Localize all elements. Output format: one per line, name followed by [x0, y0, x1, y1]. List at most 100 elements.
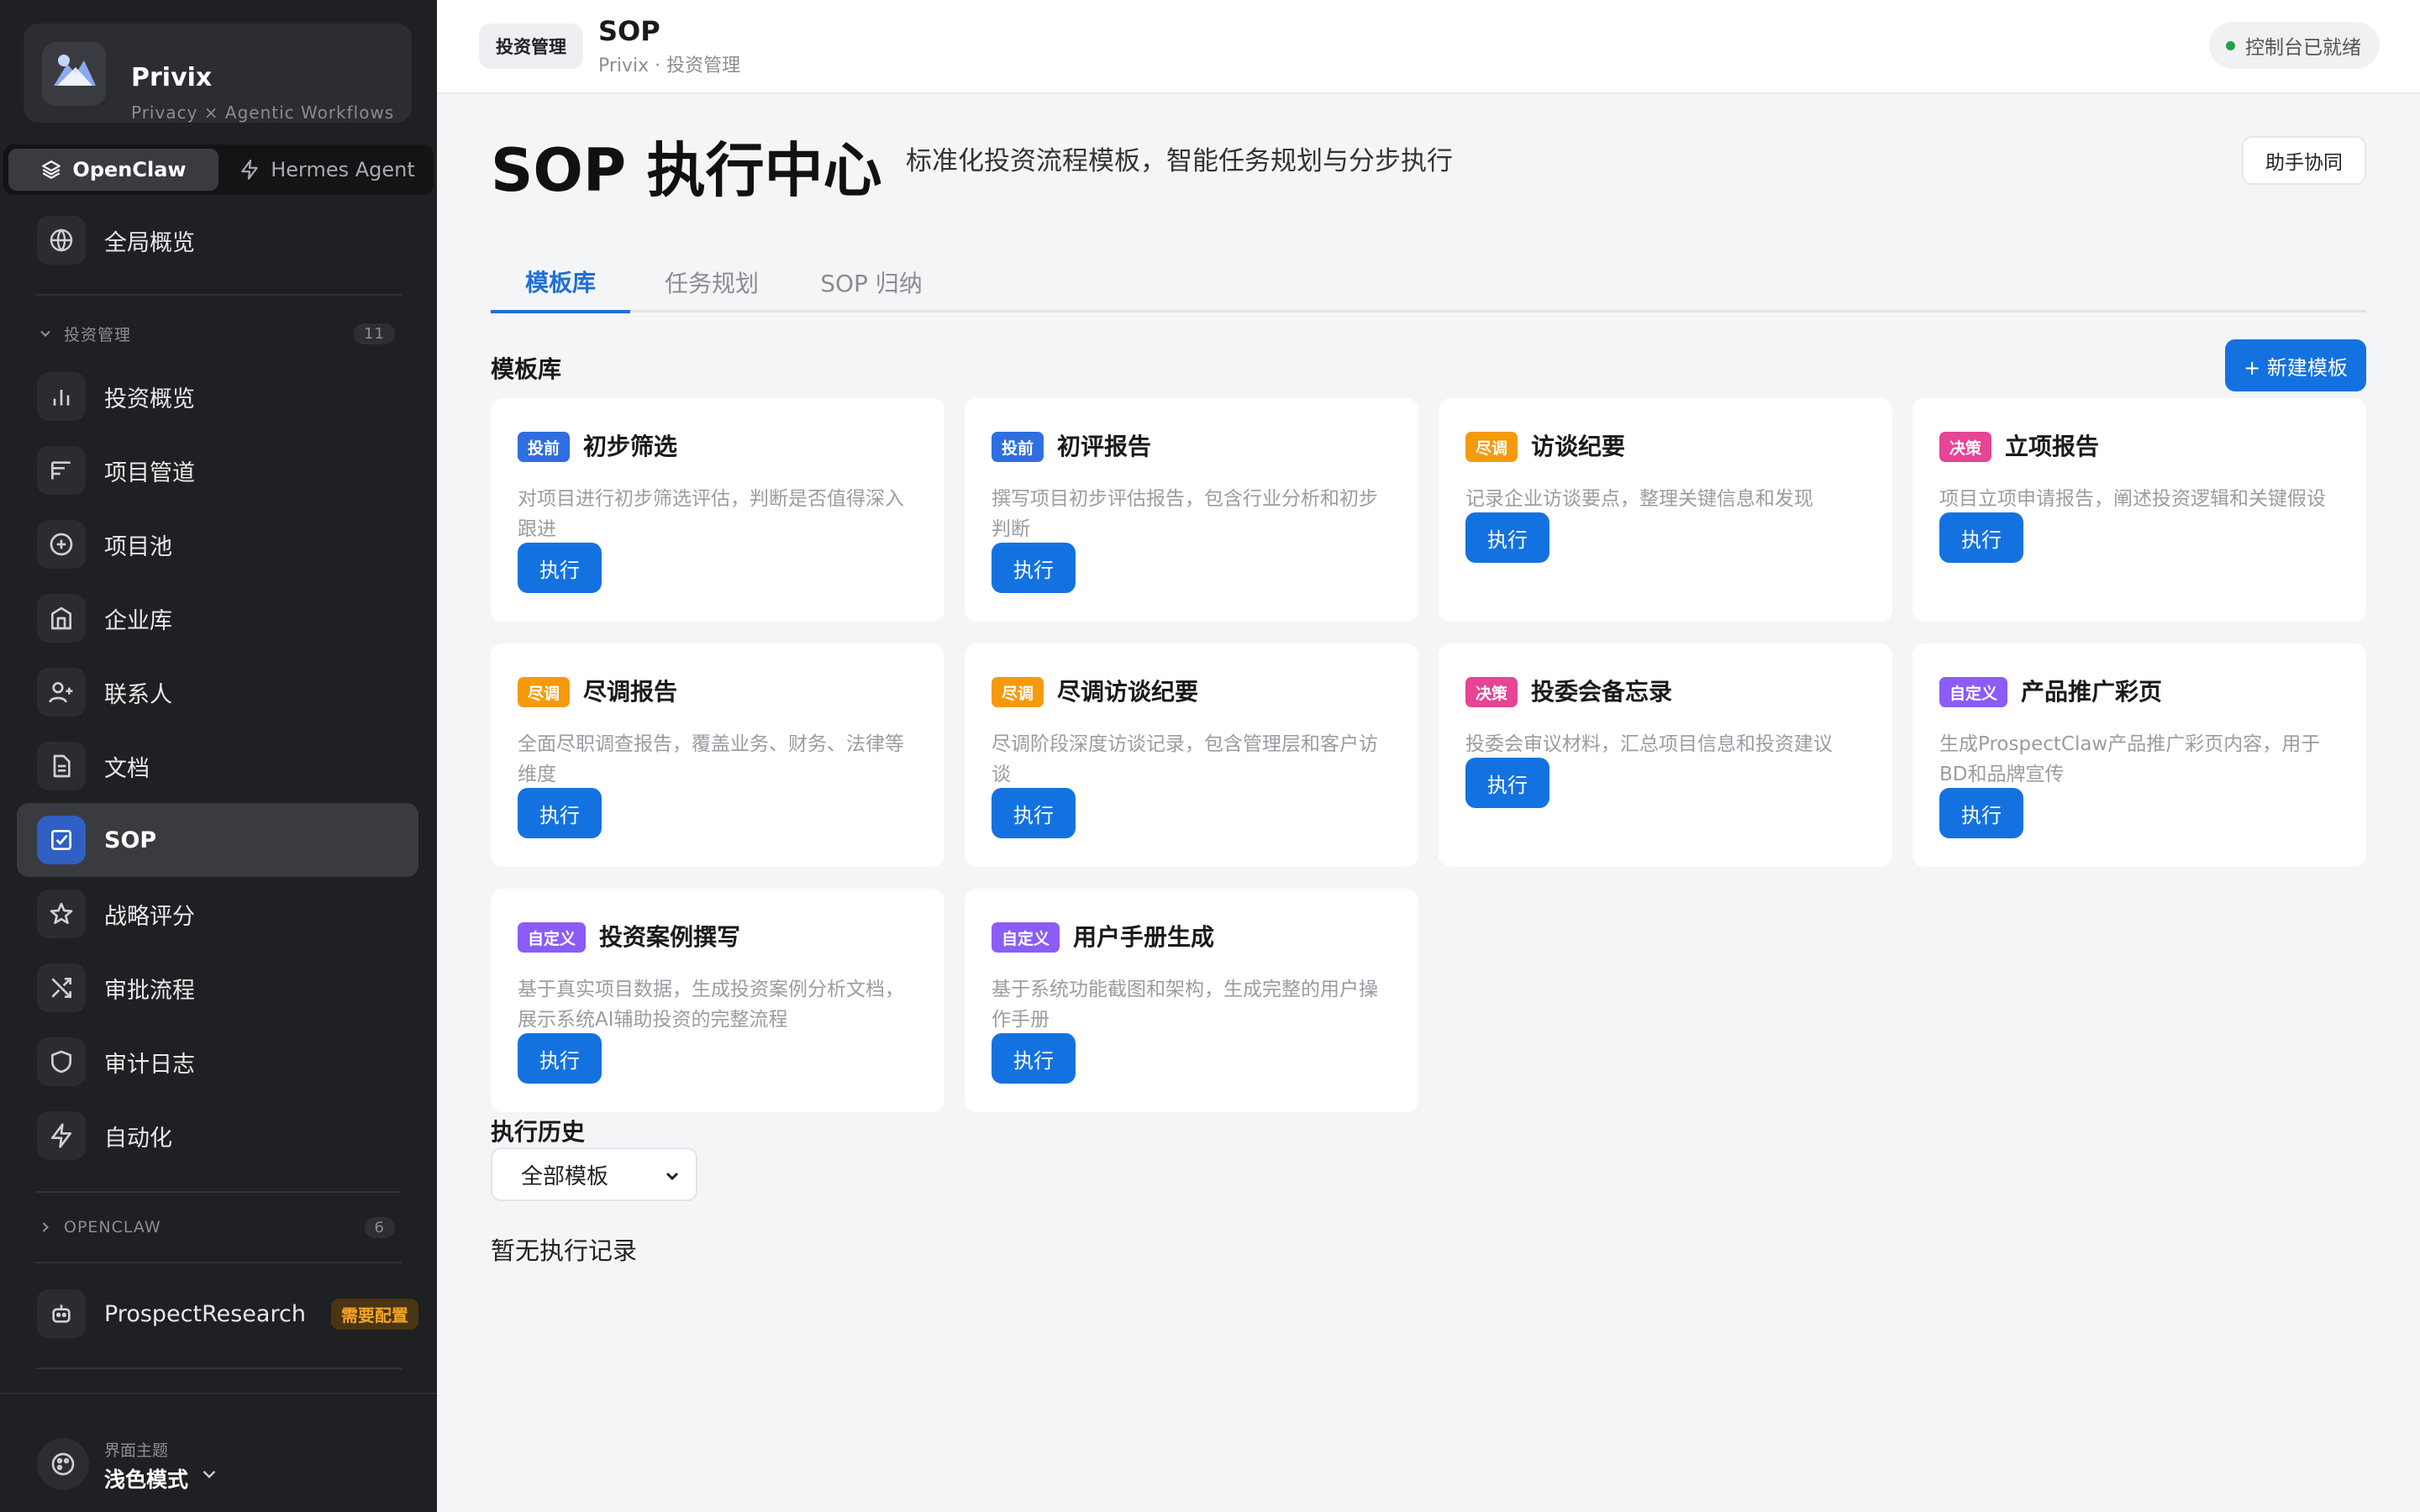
run-button[interactable]: 执行: [992, 788, 1076, 838]
bolt-icon: [241, 160, 258, 180]
sidebar-divider: [35, 1368, 402, 1369]
sidebar-item-label: 项目池: [104, 533, 172, 560]
sidebar-item-pipeline[interactable]: 项目管道: [17, 433, 418, 507]
template-desc: 尽调阶段深度访谈记录，包含管理层和客户访谈: [992, 733, 1378, 785]
run-button[interactable]: 执行: [518, 543, 602, 593]
pipeline-icon: [37, 446, 86, 495]
filter-selected-value: 全部模板: [521, 1163, 609, 1189]
template-title: 投资案例撰写: [599, 923, 741, 951]
template-desc: 投委会审议材料，汇总项目信息和投资建议: [1465, 733, 1833, 755]
template-title: 初步筛选: [583, 433, 678, 460]
checkbox-icon: [37, 816, 86, 864]
module-chip[interactable]: 投资管理: [479, 24, 583, 69]
sidebar-item-label: 全局概览: [104, 229, 195, 256]
chevron-down-icon: [40, 330, 50, 337]
template-card: 尽调 访谈纪要 记录企业访谈要点，整理关键信息和发现 执行: [1439, 398, 1892, 622]
template-title: 用户手册生成: [1073, 923, 1215, 951]
user-plus-icon: [37, 668, 86, 717]
sidebar-divider: [35, 1191, 402, 1193]
tab-template-library[interactable]: 模板库: [491, 252, 630, 313]
agent-tab-openclaw[interactable]: OpenClaw: [8, 149, 218, 191]
template-card: 决策 立项报告 项目立项申请报告，阐述投资逻辑和关键假设 执行: [1912, 398, 2366, 622]
template-filter-select[interactable]: 全部模板: [491, 1147, 697, 1201]
layers-icon: [42, 160, 61, 179]
sidebar-item-audit-log[interactable]: 审计日志: [17, 1025, 418, 1099]
sidebar-item-sop[interactable]: SOP: [17, 803, 418, 877]
tab-sop-summary[interactable]: SOP 归纳: [792, 252, 951, 312]
template-desc: 项目立项申请报告，阐述投资逻辑和关键假设: [1939, 488, 2326, 510]
sidebar-item-label: 投资概览: [104, 386, 195, 412]
shield-icon: [37, 1037, 86, 1086]
run-button[interactable]: 执行: [992, 543, 1076, 593]
sidebar-item-contacts[interactable]: 联系人: [17, 655, 418, 729]
template-card: 投前 初评报告 撰写项目初步评估报告，包含行业分析和初步判断 执行: [965, 398, 1418, 622]
console-status-badge: 控制台已就绪: [2209, 22, 2380, 69]
template-card: 自定义 投资案例撰写 基于真实项目数据，生成投资案例分析文档，展示系统AI辅助投…: [491, 889, 944, 1112]
template-card: 尽调 尽调报告 全面尽职调查报告，覆盖业务、财务、法律等维度 执行: [491, 643, 944, 867]
template-card: 尽调 尽调访谈纪要 尽调阶段深度访谈记录，包含管理层和客户访谈 执行: [965, 643, 1418, 867]
new-template-button[interactable]: + 新建模板: [2225, 339, 2366, 391]
run-button[interactable]: 执行: [1939, 788, 2023, 838]
sidebar-item-label: 审计日志: [104, 1051, 195, 1078]
status-dot-icon: [2226, 40, 2235, 50]
top-bar: 投资管理 SOP Privix · 投资管理 控制台已就绪: [437, 0, 2420, 94]
chevron-down-icon: [203, 1470, 216, 1478]
sidebar-item-project-pool[interactable]: 项目池: [17, 507, 418, 581]
page-description: 标准化投资流程模板，智能任务规划与分步执行: [906, 146, 1453, 176]
agent-tab-label: Hermes Agent: [271, 158, 415, 181]
sidebar-group-openclaw[interactable]: OPENCLAW 6: [37, 1215, 395, 1240]
sidebar: Privix Privacy × Agentic Workflows OpenC…: [0, 0, 437, 1512]
sidebar-item-overview[interactable]: 全局概览: [17, 203, 418, 277]
template-title: 初评报告: [1057, 433, 1152, 460]
chevron-down-icon: [666, 1172, 679, 1181]
sidebar-item-label: 企业库: [104, 607, 172, 634]
run-button[interactable]: 执行: [1939, 512, 2023, 563]
agent-tab-hermes[interactable]: Hermes Agent: [224, 149, 430, 191]
stage-tag: 自定义: [992, 922, 1060, 953]
template-title: 访谈纪要: [1531, 433, 1626, 460]
sidebar-item-strategy-score[interactable]: 战略评分: [17, 877, 418, 951]
globe-icon: [37, 216, 86, 265]
sidebar-item-label: 自动化: [104, 1125, 172, 1152]
sidebar-item-label: 项目管道: [104, 459, 195, 486]
sidebar-divider: [35, 294, 402, 296]
template-title: 尽调报告: [583, 678, 678, 706]
history-title: 执行历史: [491, 1118, 586, 1146]
run-button[interactable]: 执行: [1465, 758, 1549, 808]
run-button[interactable]: 执行: [518, 788, 602, 838]
sidebar-item-approval[interactable]: 审批流程: [17, 951, 418, 1025]
sidebar-group-count: 6: [364, 1216, 395, 1238]
sidebar-item-prospect-research[interactable]: ProspectResearch 需要配置: [17, 1277, 418, 1351]
run-button[interactable]: 执行: [518, 1033, 602, 1084]
template-card: 决策 投委会备忘录 投委会审议材料，汇总项目信息和投资建议 执行: [1439, 643, 1892, 867]
run-button[interactable]: 执行: [992, 1033, 1076, 1084]
stage-tag: 自定义: [518, 922, 587, 953]
template-desc: 基于系统功能截图和架构，生成完整的用户操作手册: [992, 979, 1378, 1031]
bar-chart-icon: [37, 372, 86, 421]
document-icon: [37, 742, 86, 790]
tab-task-planning[interactable]: 任务规划: [640, 252, 783, 312]
sidebar-item-label: 审批流程: [104, 977, 195, 1004]
theme-switcher[interactable]: 界面主题 浅色模式: [0, 1393, 437, 1512]
sidebar-item-automation[interactable]: 自动化: [17, 1099, 418, 1173]
brand-tagline: Privacy × Agentic Workflows: [131, 102, 395, 123]
sidebar-item-investment-overview[interactable]: 投资概览: [17, 360, 418, 433]
shuffle-icon: [37, 963, 86, 1012]
star-icon: [37, 890, 86, 938]
brand-card[interactable]: Privix Privacy × Agentic Workflows: [24, 24, 412, 123]
sidebar-item-documents[interactable]: 文档: [17, 729, 418, 803]
template-card: 自定义 用户手册生成 基于系统功能截图和架构，生成完整的用户操作手册 执行: [965, 889, 1418, 1112]
sidebar-group-count: 11: [354, 323, 395, 344]
bolt-icon: [37, 1111, 86, 1160]
theme-label: 界面主题: [104, 1441, 169, 1460]
page-title: SOP 执行中心: [491, 136, 882, 205]
sidebar-item-companies[interactable]: 企业库: [17, 581, 418, 655]
sidebar-group-investment[interactable]: 投资管理 11: [37, 321, 395, 346]
stage-tag: 投前: [992, 432, 1044, 462]
needs-config-badge: 需要配置: [330, 1298, 418, 1330]
sidebar-group-label: OPENCLAW: [64, 1218, 161, 1236]
assistant-collab-button[interactable]: 助手协同: [2242, 136, 2366, 185]
run-button[interactable]: 执行: [1465, 512, 1549, 563]
robot-icon: [37, 1289, 86, 1338]
stage-tag: 尽调: [992, 677, 1044, 707]
